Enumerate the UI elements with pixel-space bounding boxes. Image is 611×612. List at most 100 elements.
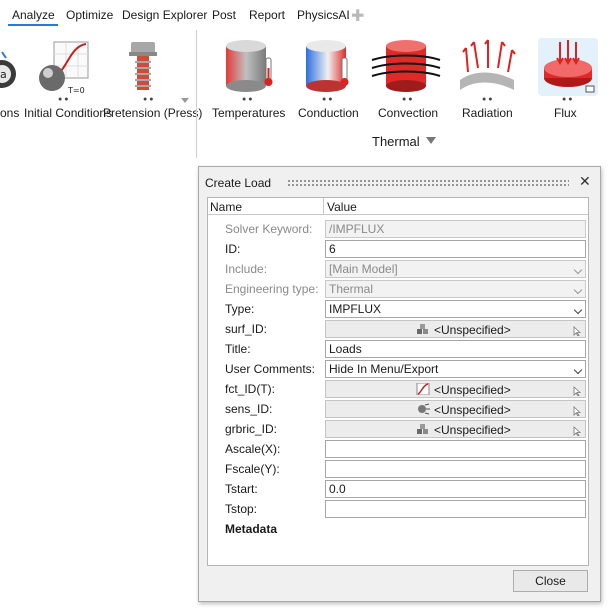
ribbon-separator: [196, 30, 197, 158]
radiation-tool[interactable]: ●● Radiation: [450, 30, 522, 130]
ascale-x-field[interactable]: [325, 440, 586, 458]
row-tstart: Tstart: 0.0: [208, 479, 588, 499]
id-field[interactable]: 6: [325, 240, 586, 258]
solver-keyword-field: /IMPFLUX: [325, 220, 586, 238]
row-engineering-type: Engineering type: Thermal: [208, 279, 588, 299]
user-comments-label: User Comments:: [225, 362, 316, 376]
row-ascale-x: Ascale(X):: [208, 439, 588, 459]
convection-tool[interactable]: ●● Convection: [370, 30, 442, 130]
ascale-x-label: Ascale(X):: [225, 442, 281, 456]
tab-analyze[interactable]: Analyze: [12, 8, 55, 22]
convection-label: Convection: [378, 106, 439, 120]
create-load-dialog: Create Load ✕ Name Value Solver Keyword:…: [198, 166, 601, 602]
column-name-header: Name: [210, 200, 243, 214]
type-select[interactable]: IMPFLUX: [325, 300, 586, 318]
row-fct-id-t: fct_ID(T): <Unspecified>: [208, 379, 588, 399]
grid-header: Name Value: [208, 198, 588, 215]
flux-label: Flux: [554, 106, 577, 120]
id-label: ID:: [225, 242, 241, 256]
bolt-pretension-icon: [129, 42, 157, 90]
initial-conditions-sublabel: T=0: [67, 86, 85, 95]
temperatures-label: Temperatures: [212, 106, 286, 120]
conduction-tool[interactable]: ●● Conduction: [292, 30, 364, 130]
radiation-label: Radiation: [462, 106, 513, 120]
solver-keyword-label: Solver Keyword:: [225, 222, 313, 236]
tab-post[interactable]: Post: [212, 8, 236, 22]
engineering-type-label: Engineering type:: [225, 282, 319, 296]
row-include: Include: [Main Model]: [208, 259, 588, 279]
constraint-sphere-icon: a: [0, 51, 16, 88]
row-type: Type: IMPFLUX: [208, 299, 588, 319]
entity-pick-cursor-icon[interactable]: [573, 325, 582, 337]
conduction-label: Conduction: [298, 106, 359, 120]
entity-pick-cursor-icon[interactable]: [573, 385, 582, 397]
property-grid: Name Value Solver Keyword:/IMPFLUX ID: 6 In…: [207, 197, 589, 566]
include-select: [Main Model]: [325, 260, 586, 278]
component-blocks-icon: [416, 323, 430, 335]
row-solver-keyword: Solver Keyword: /IMPFLUX: [208, 219, 588, 239]
grbric-id-entity-value: <Unspecified>: [434, 423, 511, 437]
initial-conditions-icon: T=0: [39, 41, 89, 95]
row-tstop: Tstop:: [208, 499, 588, 519]
row-sens-id: sens_ID: <Unspecified>: [208, 399, 588, 419]
dialog-title: Create Load: [205, 176, 272, 190]
surf-id-entity-selector[interactable]: <Unspecified>: [325, 320, 586, 338]
thermal-group-dropdown-icon[interactable]: [426, 137, 436, 144]
curve-plot-icon: [416, 382, 430, 396]
tab-report[interactable]: Report: [249, 8, 285, 22]
title-label: Title:: [225, 342, 251, 356]
tab-design-explorer[interactable]: Design Explorer: [122, 8, 207, 22]
sensor-icon: [416, 403, 430, 415]
flux-tool[interactable]: ●● Flux: [532, 30, 604, 130]
sens-id-label: sens_ID:: [225, 402, 273, 416]
thermal-group-label: Thermal: [372, 134, 420, 149]
row-fscale-y: Fscale(Y):: [208, 459, 588, 479]
sens-id-entity-value: <Unspecified>: [434, 403, 511, 417]
surf-id-label: surf_ID:: [225, 322, 268, 336]
add-tab-icon[interactable]: ✚: [351, 6, 364, 26]
dialog-drag-handle[interactable]: [287, 179, 569, 187]
engineering-type-select: Thermal: [325, 280, 586, 298]
tstop-label: Tstop:: [225, 502, 258, 516]
column-value-header: Value: [327, 200, 357, 214]
entity-pick-cursor-icon[interactable]: [573, 425, 582, 437]
row-user-comments: User Comments: Hide In Menu/Export: [208, 359, 588, 379]
menu-tab-bar: Analyze Optimize Design Explorer Post Re…: [0, 0, 611, 30]
constraints-tool[interactable]: a ons: [0, 30, 20, 130]
fct-id-t-entity-selector[interactable]: <Unspecified>: [325, 380, 586, 398]
surf-id-entity-value: <Unspecified>: [434, 323, 511, 337]
grbric-id-label: grbric_ID:: [225, 422, 278, 436]
flux-icon: [538, 38, 598, 96]
temperature-cylinder-icon: [226, 40, 273, 92]
user-comments-select[interactable]: Hide In Menu/Export: [325, 360, 586, 378]
convection-icon: [371, 40, 441, 92]
title-field[interactable]: Loads: [325, 340, 586, 358]
tab-optimize[interactable]: Optimize: [66, 8, 113, 22]
temperatures-tool[interactable]: ●● Temperatures: [210, 30, 286, 130]
close-icon[interactable]: ✕: [579, 173, 591, 190]
entity-pick-cursor-icon[interactable]: [573, 405, 582, 417]
row-id: ID: 6: [208, 239, 588, 259]
active-tab-indicator: [8, 24, 58, 26]
pretension-tool[interactable]: ●● Pretension (Press): [103, 30, 202, 130]
radiation-icon: [460, 39, 516, 90]
tab-physicsai[interactable]: PhysicsAI: [297, 8, 350, 22]
fscale-y-field[interactable]: [325, 460, 586, 478]
tstart-field[interactable]: 0.0: [325, 480, 586, 498]
grbric-id-entity-selector[interactable]: <Unspecified>: [325, 420, 586, 438]
row-grbric-id: grbric_ID: <Unspecified>: [208, 419, 588, 439]
include-label: Include:: [225, 262, 268, 276]
type-label: Type:: [225, 302, 255, 316]
pretension-label: Pretension (Press): [103, 106, 203, 120]
initial-conditions-tool[interactable]: T=0 ●● Initial Conditions: [24, 30, 112, 130]
pretension-dropdown-icon[interactable]: [181, 98, 189, 103]
conduction-cylinder-icon: [306, 40, 349, 92]
close-button[interactable]: Close: [513, 570, 588, 592]
component-blocks-icon: [416, 423, 430, 435]
fct-id-t-label: fct_ID(T):: [225, 382, 275, 396]
fct-id-t-entity-value: <Unspecified>: [434, 383, 511, 397]
tstop-field[interactable]: [325, 500, 586, 518]
ribbon: a ons T=0 ●● Initial Conditions ●● Prete…: [0, 30, 611, 158]
svg-text:a: a: [0, 68, 7, 81]
sens-id-entity-selector[interactable]: <Unspecified>: [325, 400, 586, 418]
